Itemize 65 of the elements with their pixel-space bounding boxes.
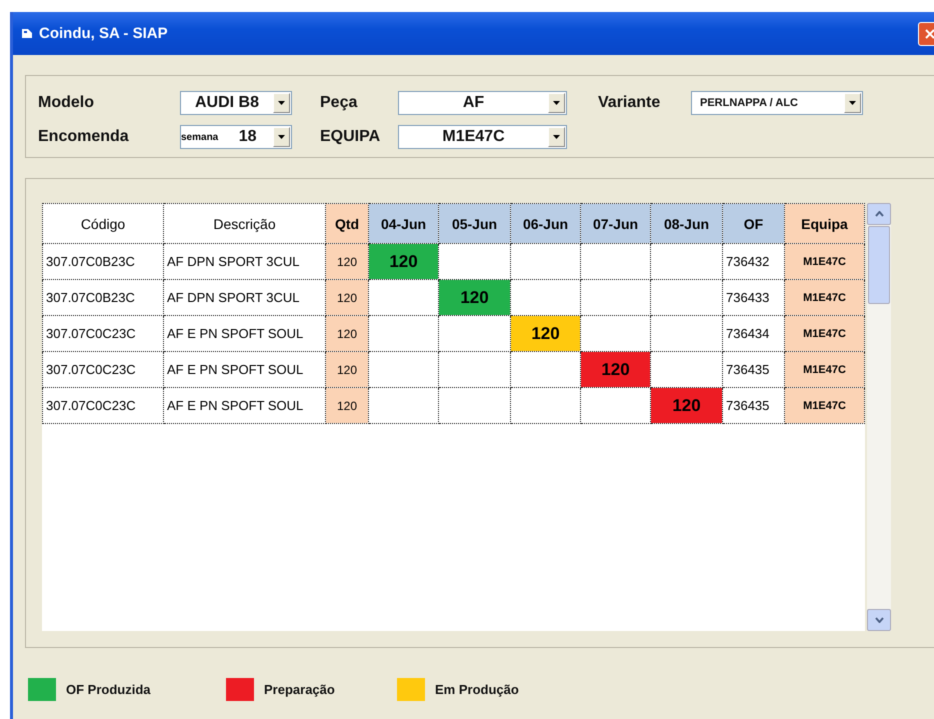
column-header[interactable]: Código: [42, 204, 164, 244]
column-header[interactable]: Equipa: [784, 204, 864, 244]
table-cell: M1E47C: [784, 352, 864, 388]
field-label: Modelo: [38, 94, 95, 112]
schedule-cell: 120: [438, 280, 510, 316]
column-header[interactable]: 06-Jun: [510, 204, 580, 244]
scroll-up-button[interactable]: [867, 203, 891, 225]
dropdown-value: PERLNAPPA / ALC: [699, 97, 799, 109]
field-label: EQUIPA: [320, 128, 382, 146]
table-cell: 120: [326, 316, 368, 352]
table-cell: 307.07C0C23C: [42, 316, 164, 352]
table-cell: M1E47C: [784, 388, 864, 424]
dropdown-button[interactable]: [273, 93, 290, 113]
field-label: Peça: [320, 94, 358, 112]
caret-icon: [553, 135, 560, 139]
legend-label: Em Produção: [435, 682, 519, 697]
table-cell: M1E47C: [784, 280, 864, 316]
dropdown[interactable]: AUDI B8: [180, 91, 292, 115]
dropdown[interactable]: AF: [398, 91, 567, 115]
dropdown-button[interactable]: [273, 127, 290, 147]
dropdown[interactable]: PERLNAPPA / ALC: [691, 91, 863, 115]
column-header[interactable]: 08-Jun: [650, 204, 722, 244]
table-cell: 120: [326, 244, 368, 280]
column-header[interactable]: 05-Jun: [438, 204, 510, 244]
dropdown-value: 18: [238, 128, 258, 146]
dropdown[interactable]: semana 18: [180, 125, 292, 149]
schedule-cell: 120: [368, 244, 438, 280]
scroll-thumb[interactable]: [868, 226, 890, 304]
scroll-down-button[interactable]: [867, 609, 891, 631]
column-header[interactable]: OF: [722, 204, 784, 244]
table-cell: 307.07C0C23C: [42, 388, 164, 424]
column-header[interactable]: 04-Jun: [368, 204, 438, 244]
caret-icon: [849, 101, 856, 105]
caret-icon: [553, 101, 560, 105]
schedule-cell: 120: [510, 316, 580, 352]
column-header[interactable]: Qtd: [326, 204, 368, 244]
field-label: Variante: [598, 94, 662, 112]
table-cell: M1E47C: [784, 316, 864, 352]
dropdown-value: AUDI B8: [194, 94, 260, 112]
dropdown-value: AF: [462, 94, 486, 112]
close-icon: [925, 29, 934, 39]
schedule-cell: 120: [650, 388, 722, 424]
table-cell: M1E47C: [784, 244, 864, 280]
dropdown-button[interactable]: [548, 93, 565, 113]
caret-icon: [278, 135, 285, 139]
legend-label: OF Produzida: [66, 682, 150, 697]
field-label: Encomenda: [38, 128, 130, 146]
column-header[interactable]: Descrição: [164, 204, 326, 244]
dropdown-button[interactable]: [548, 127, 565, 147]
table-cell: 307.07C0B23C: [42, 280, 164, 316]
dropdown-button[interactable]: [844, 93, 861, 113]
table-cell: 120: [326, 352, 368, 388]
dropdown[interactable]: M1E47C: [398, 125, 567, 149]
column-header[interactable]: 07-Jun: [580, 204, 650, 244]
table-cell: 120: [326, 280, 368, 316]
legend-label: Preparação: [264, 682, 335, 697]
dropdown-value: M1E47C: [441, 128, 506, 146]
table-cell: 120: [326, 388, 368, 424]
app-icon: [21, 28, 33, 39]
window-title: Coindu, SA - SIAP: [39, 25, 168, 42]
dropdown-prefix: semana: [181, 132, 218, 142]
schedule-cell: 120: [580, 352, 650, 388]
caret-icon: [278, 101, 285, 105]
table-cell: 307.07C0C23C: [42, 352, 164, 388]
table-cell: 307.07C0B23C: [42, 244, 164, 280]
